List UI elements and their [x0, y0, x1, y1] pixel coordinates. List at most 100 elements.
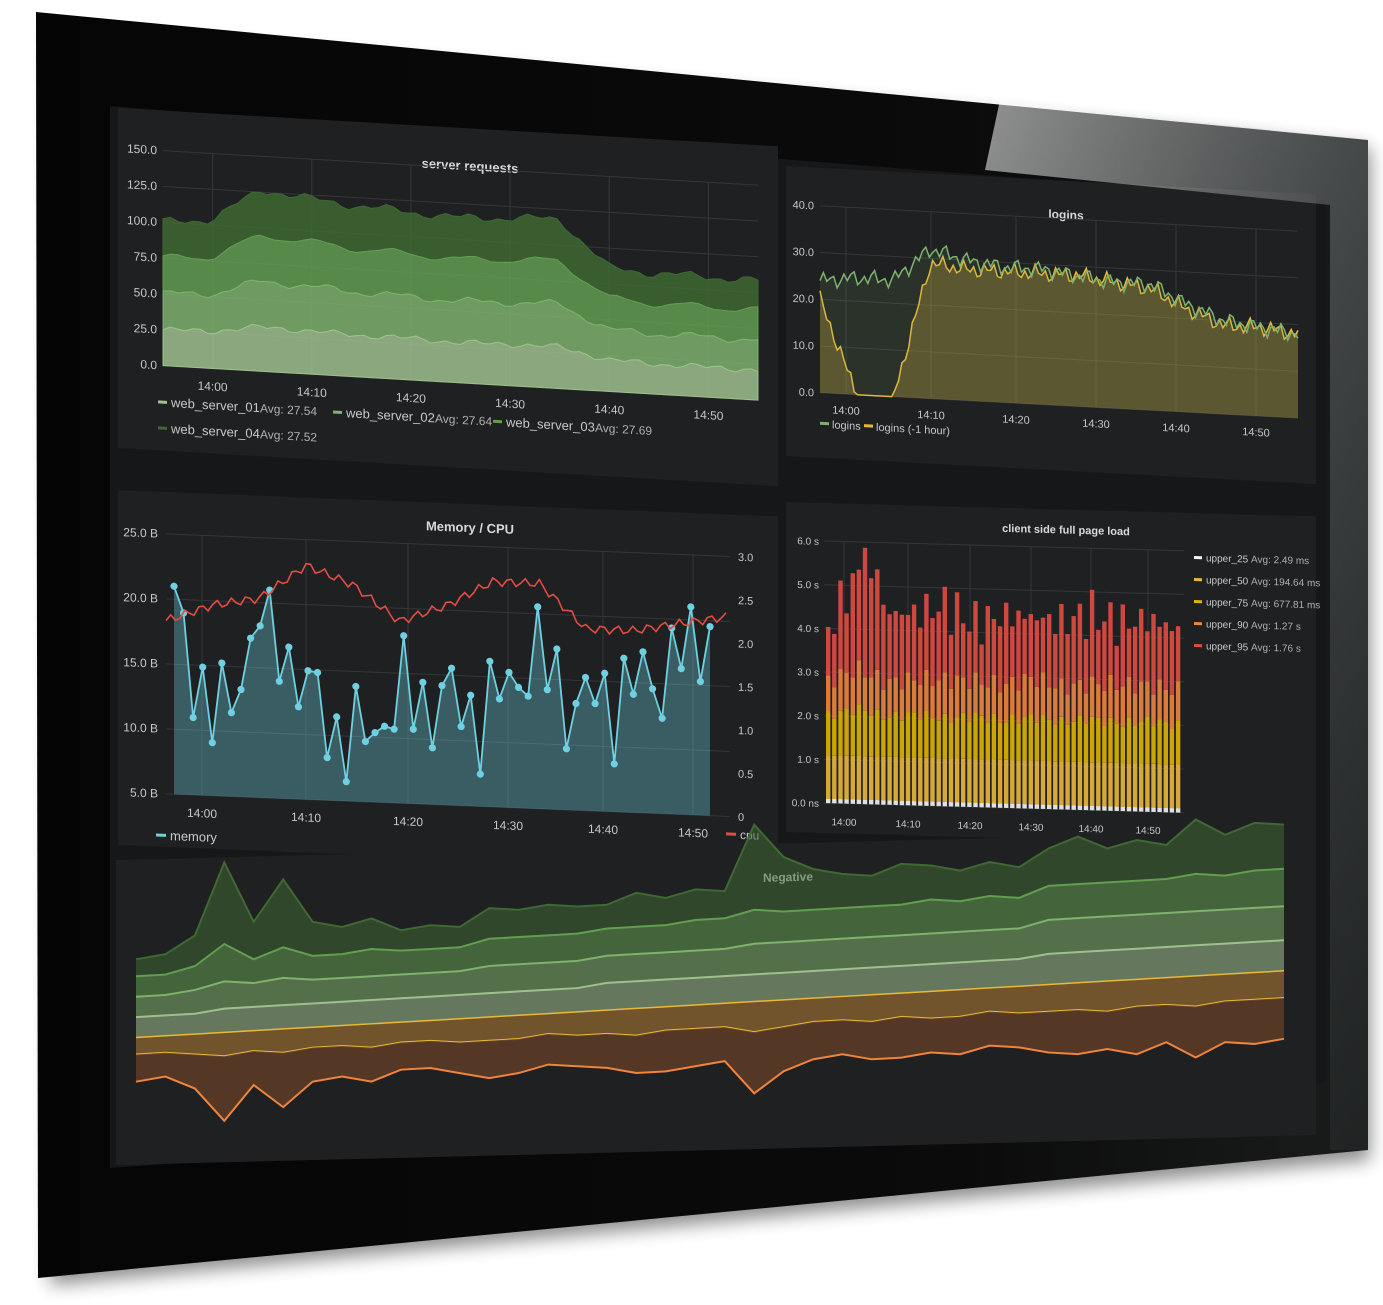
bar-upper_50 — [1175, 764, 1181, 809]
y2-tick-label: 2.5 — [738, 595, 753, 608]
bar-upper_25 — [1089, 805, 1095, 811]
y-tick-label: 0.0 — [140, 357, 157, 372]
bar-upper_90 — [1010, 676, 1015, 715]
x-tick-label: 14:10 — [297, 384, 327, 400]
bar-upper_25 — [961, 802, 966, 807]
bar-upper_90 — [961, 677, 966, 713]
bar-upper_75 — [930, 718, 935, 759]
bar-upper_95 — [1065, 634, 1070, 695]
bar-upper_75 — [1157, 719, 1162, 765]
bar-upper_90 — [850, 677, 855, 715]
panel-title: logins — [1048, 207, 1084, 223]
bar-upper_75 — [869, 715, 874, 757]
bar-upper_75 — [862, 710, 868, 757]
bar-upper_50 — [918, 757, 923, 802]
y-tick-label: 50.0 — [134, 285, 158, 300]
y-tick-label: 20.0 — [793, 293, 814, 306]
x-tick-label: 14:10 — [895, 819, 920, 831]
bar-upper_90 — [1083, 693, 1089, 725]
bar-upper_50 — [862, 756, 868, 800]
bar-upper_90 — [1169, 694, 1175, 730]
bar-upper_75 — [1083, 723, 1089, 763]
y-tick-label: 2.0 s — [797, 711, 819, 723]
bar-upper_75 — [893, 711, 898, 758]
bar-upper_95 — [1163, 622, 1169, 691]
bar-upper_50 — [991, 759, 997, 804]
x-tick-label: 14:30 — [1018, 822, 1043, 834]
bar-upper_25 — [1114, 806, 1119, 811]
bar-upper_75 — [1059, 716, 1064, 762]
bar-upper_25 — [887, 800, 892, 805]
bar-upper_50 — [1004, 759, 1009, 804]
bar-upper_95 — [942, 586, 948, 673]
bar-upper_95 — [1114, 645, 1119, 690]
bar-upper_75 — [1022, 716, 1027, 761]
bar-upper_95 — [1120, 604, 1126, 687]
bar-upper_75 — [1108, 717, 1113, 763]
legend-swatch — [1194, 644, 1202, 648]
x-tick-label: 14:30 — [493, 818, 523, 833]
bar-upper_50 — [893, 756, 898, 801]
bar-upper_90 — [1040, 672, 1046, 716]
bar-upper_25 — [869, 799, 874, 805]
bar-upper_90 — [1151, 694, 1156, 727]
bar-upper_75 — [936, 720, 941, 759]
bar-upper_90 — [1071, 683, 1076, 722]
x-tick-label: 14:20 — [393, 814, 423, 829]
bar-upper_50 — [1102, 762, 1107, 807]
y-tick-label: 0.0 ns — [792, 798, 819, 810]
bar-upper_95 — [869, 578, 874, 678]
bar-upper_50 — [1126, 763, 1132, 808]
bar-upper_25 — [893, 800, 898, 806]
legend-swatch — [726, 832, 736, 836]
bar-upper_25 — [1028, 804, 1034, 809]
bar-upper_25 — [1145, 807, 1150, 812]
bar-upper_75 — [844, 708, 849, 756]
bar-upper_75 — [1114, 723, 1119, 763]
x-tick-label: 14:40 — [1162, 422, 1190, 435]
x-tick-label: 14:40 — [1078, 824, 1103, 836]
bar-upper_95 — [1022, 618, 1027, 674]
bar-upper_90 — [936, 680, 941, 721]
bar-upper_75 — [1040, 714, 1046, 761]
bar-upper_90 — [899, 689, 905, 721]
bar-upper_50 — [1114, 762, 1119, 807]
y-tick-label: 15.0 B — [123, 655, 158, 670]
bar-upper_95 — [1132, 626, 1138, 694]
bar-upper_75 — [887, 717, 892, 757]
bar-upper_25 — [1175, 808, 1181, 813]
bar-upper_95 — [961, 623, 966, 678]
bar-upper_95 — [967, 631, 972, 689]
bar-upper_90 — [1004, 683, 1009, 723]
bar-upper_25 — [954, 802, 960, 807]
bar-upper_75 — [1126, 717, 1132, 764]
legend-avg: Avg: 677.81 ms — [1251, 599, 1320, 612]
legend-label: logins — [832, 419, 861, 433]
bar-upper_50 — [1151, 763, 1156, 808]
bar-upper_25 — [911, 800, 917, 806]
bar-upper_50 — [905, 757, 911, 802]
y-tick-label: 0.0 — [799, 387, 814, 400]
bar-upper_50 — [967, 758, 972, 803]
bar-upper_25 — [1022, 803, 1027, 809]
bar-upper_75 — [905, 712, 911, 758]
bar-upper_50 — [1163, 764, 1169, 809]
bar-upper_25 — [1157, 807, 1162, 813]
bar-upper_25 — [1083, 805, 1089, 811]
bar-upper_75 — [948, 722, 954, 759]
bar-upper_50 — [1022, 760, 1027, 805]
bar-upper_25 — [918, 801, 923, 806]
bar-upper_90 — [1089, 676, 1095, 717]
x-tick-label: 14:30 — [495, 396, 525, 412]
bar-upper_50 — [875, 756, 880, 801]
bar-upper_75 — [1065, 724, 1070, 762]
bar-upper_25 — [1163, 807, 1169, 813]
x-tick-label: 14:50 — [678, 825, 708, 840]
legend-swatch — [1194, 622, 1202, 626]
bar-upper_50 — [1010, 760, 1015, 804]
bar-upper_90 — [1108, 674, 1113, 718]
legend-swatch — [820, 421, 829, 426]
bar-upper_90 — [826, 675, 831, 712]
bar-upper_90 — [1059, 678, 1064, 717]
bar-upper_50 — [844, 755, 849, 800]
